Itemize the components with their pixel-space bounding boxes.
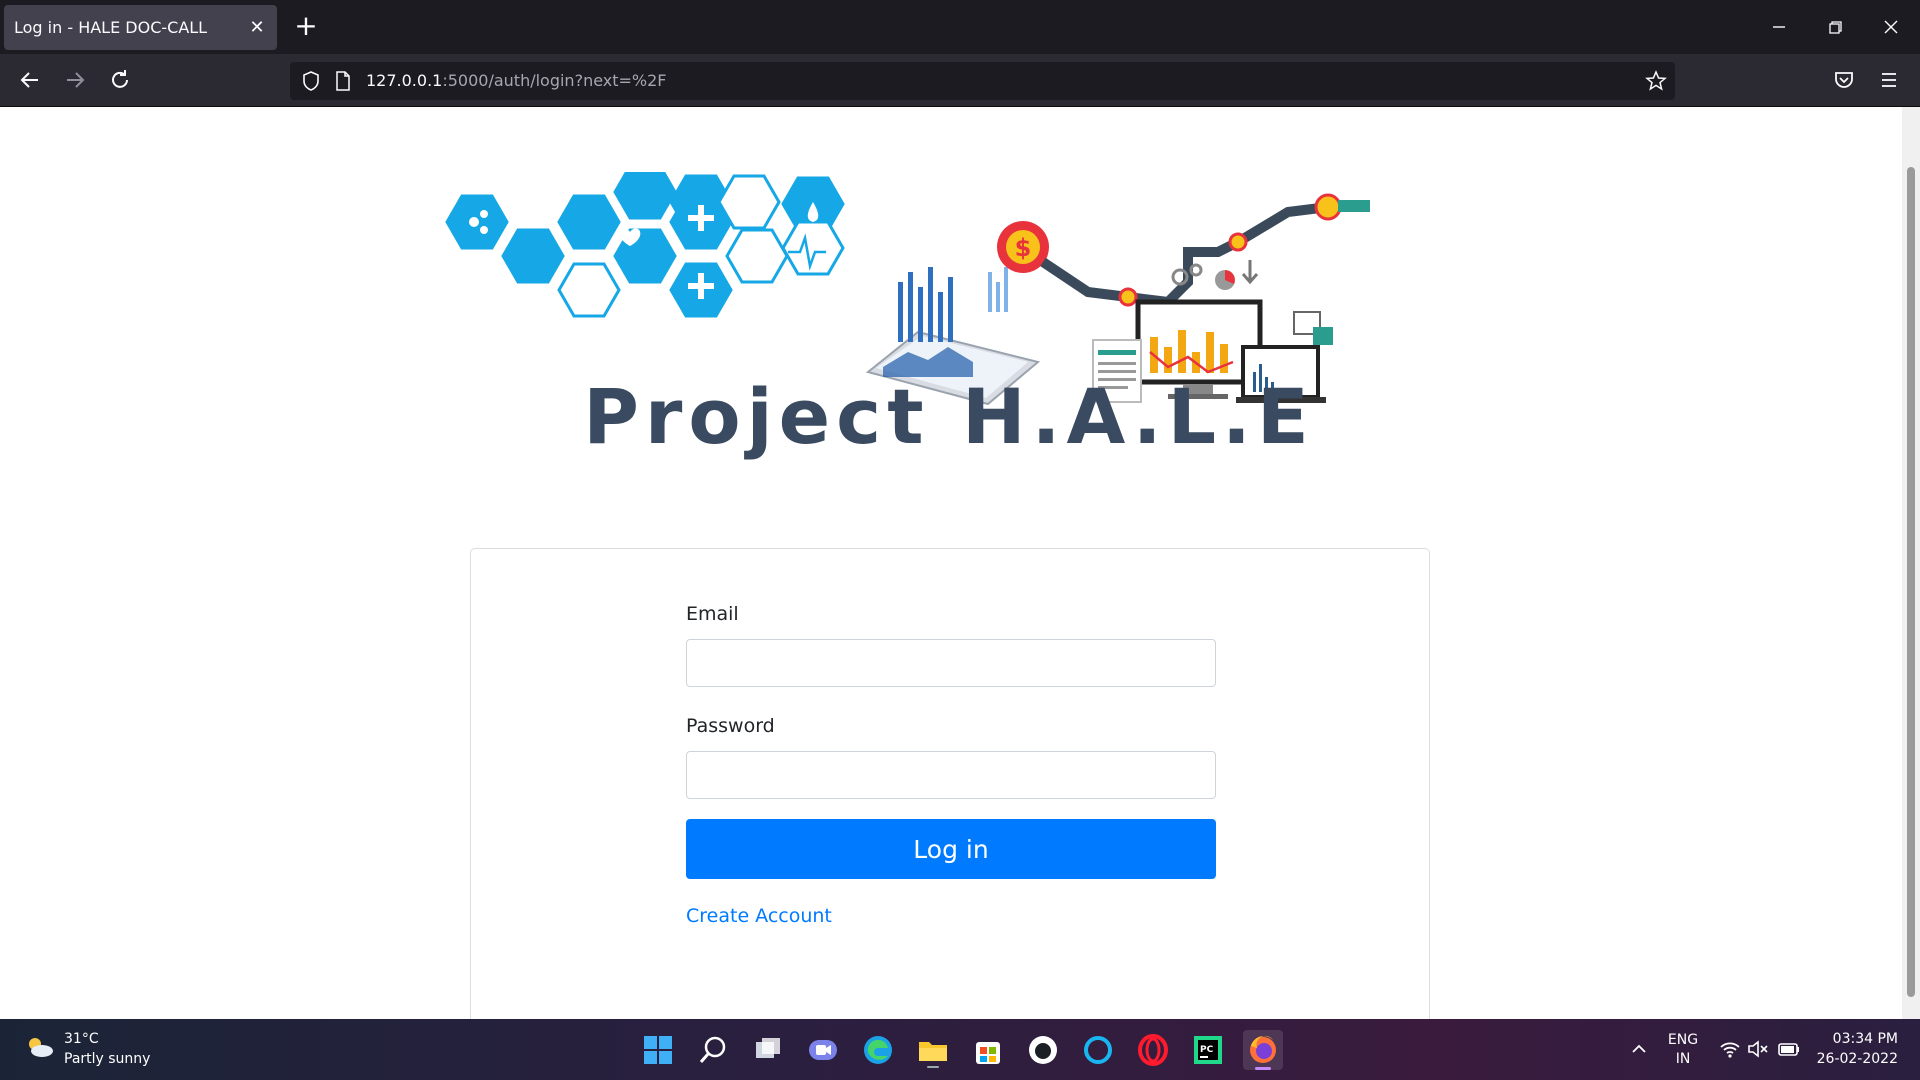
language-indicator[interactable]: ENG IN: [1663, 1031, 1703, 1071]
shield-icon[interactable]: [300, 70, 322, 92]
clock-date: 26-02-2022: [1816, 1051, 1898, 1067]
tab-close-icon[interactable]: ✕: [247, 5, 267, 50]
wifi-icon[interactable]: [1718, 1038, 1742, 1060]
speaker-muted-icon[interactable]: [1746, 1038, 1770, 1060]
svg-text:PC: PC: [1200, 1045, 1214, 1055]
new-tab-icon[interactable]: +: [292, 12, 320, 42]
email-field[interactable]: [686, 639, 1216, 687]
clock-time: 03:34 PM: [1832, 1031, 1898, 1047]
password-field[interactable]: [686, 751, 1216, 799]
email-label: Email: [686, 603, 739, 625]
login-form: Email Password Log in Create Account: [686, 599, 1216, 927]
brand-title: Project H.A.L.E: [583, 372, 1315, 461]
edge-browser-icon[interactable]: [858, 1030, 898, 1070]
windows-start-icon[interactable]: [638, 1030, 678, 1070]
system-clock[interactable]: 03:34 PM 26-02-2022: [1817, 1029, 1898, 1069]
login-card: Email Password Log in Create Account: [470, 548, 1430, 1019]
minimize-icon[interactable]: [1762, 10, 1796, 44]
tab-title: Log in - HALE DOC-CALL: [14, 18, 208, 37]
forward-arrow-icon[interactable]: [57, 62, 93, 98]
search-icon[interactable]: [693, 1030, 733, 1070]
medical-hexagon-cluster: [445, 172, 845, 318]
bookmark-star-icon[interactable]: [1645, 70, 1667, 92]
task-view-icon[interactable]: [748, 1030, 788, 1070]
restore-icon[interactable]: [1818, 10, 1852, 44]
close-window-icon[interactable]: [1874, 10, 1908, 44]
windows-taskbar: 31°C Partly sunny PC ENG IN 03:34 PM 26-…: [0, 1019, 1920, 1080]
page-viewport: $ Project H.A.L.E Email Password Log in …: [0, 107, 1920, 1019]
page-scrollbar[interactable]: [1902, 107, 1920, 1019]
reload-icon[interactable]: [102, 62, 138, 98]
password-label: Password: [686, 715, 775, 737]
page-icon[interactable]: [334, 71, 352, 91]
address-bar[interactable]: 127.0.0.1:5000/auth/login?next=%2F: [290, 62, 1675, 100]
show-hidden-icons-chevron-up-icon[interactable]: [1627, 1039, 1651, 1059]
github-desktop-icon[interactable]: [1023, 1030, 1063, 1070]
microsoft-store-icon[interactable]: [968, 1030, 1008, 1070]
weather-description: Partly sunny: [64, 1051, 151, 1067]
menu-hamburger-icon[interactable]: [1871, 62, 1907, 98]
language-secondary: IN: [1675, 1051, 1691, 1067]
create-account-link[interactable]: Create Account: [686, 905, 1216, 927]
svg-text:$: $: [1015, 234, 1032, 262]
browser-nav-bar: 127.0.0.1:5000/auth/login?next=%2F: [0, 54, 1920, 106]
cortana-icon[interactable]: [1078, 1030, 1118, 1070]
url-host: 127.0.0.1: [366, 71, 443, 90]
login-button[interactable]: Log in: [686, 819, 1216, 879]
partly-sunny-icon: [29, 1038, 53, 1057]
back-arrow-icon[interactable]: [12, 62, 48, 98]
battery-icon[interactable]: [1776, 1038, 1802, 1060]
url-path: :5000/auth/login?next=%2F: [442, 71, 667, 90]
browser-tab-active[interactable]: Log in - HALE DOC-CALL ✕: [4, 5, 277, 50]
url-text[interactable]: 127.0.0.1:5000/auth/login?next=%2F: [366, 62, 667, 100]
file-explorer-icon[interactable]: [913, 1030, 953, 1070]
scrollbar-thumb[interactable]: [1907, 167, 1915, 997]
browser-tab-bar: Log in - HALE DOC-CALL ✕ +: [0, 0, 1920, 54]
firefox-icon[interactable]: [1243, 1030, 1283, 1070]
language-primary: ENG: [1667, 1032, 1699, 1048]
teams-chat-icon[interactable]: [803, 1030, 843, 1070]
opera-browser-icon[interactable]: [1133, 1030, 1173, 1070]
pocket-icon[interactable]: [1826, 62, 1862, 98]
weather-temperature: 31°C: [64, 1031, 99, 1047]
pycharm-icon[interactable]: PC: [1188, 1030, 1228, 1070]
